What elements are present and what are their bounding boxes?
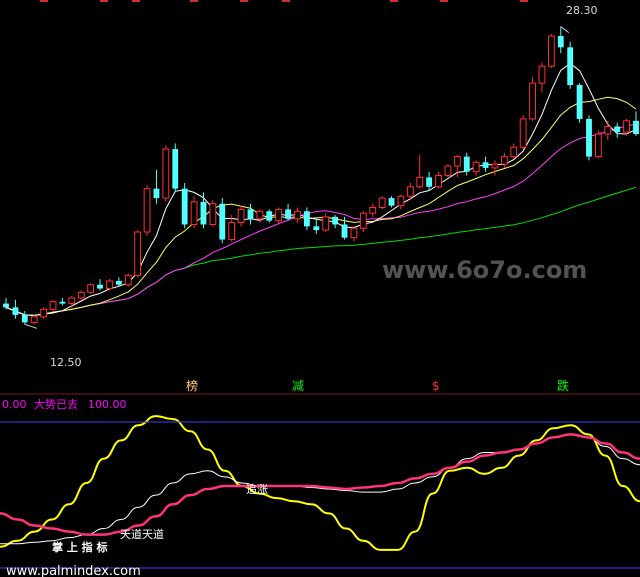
- annotation-tiandao: 天道天道: [120, 527, 164, 541]
- candle-body: [594, 133, 602, 158]
- candle-body: [77, 291, 85, 299]
- top-dash: [440, 0, 448, 2]
- candle-body: [162, 148, 170, 199]
- candle-body: [406, 186, 414, 197]
- signal-marker-3: $: [432, 379, 440, 393]
- top-dash: [100, 0, 108, 2]
- candle-body: [633, 120, 639, 135]
- top-dash: [132, 0, 140, 2]
- candle-body: [416, 176, 424, 188]
- candle-body: [303, 211, 310, 227]
- candle-body: [623, 120, 631, 133]
- high-price-label: 28.30: [566, 4, 598, 17]
- signal-marker-1: 榜: [186, 378, 198, 393]
- candle-body: [453, 156, 461, 167]
- legend-value-first: 0.00: [2, 398, 27, 411]
- candle-body: [40, 308, 48, 318]
- top-dash: [240, 0, 248, 2]
- candle-body: [547, 35, 555, 67]
- candle-body: [181, 188, 188, 225]
- signal-marker-4: 跌: [557, 378, 569, 393]
- candle-body: [586, 118, 592, 157]
- candle-body: [172, 149, 179, 189]
- candle-body: [350, 227, 358, 239]
- candle-body: [491, 163, 499, 169]
- candle-body: [106, 280, 113, 290]
- annotation-chase: 追涨: [246, 482, 268, 496]
- candle-body: [529, 82, 536, 120]
- candle-body: [3, 303, 9, 308]
- candle-body: [614, 126, 621, 133]
- candle-body: [397, 195, 405, 207]
- candle-body: [378, 197, 386, 208]
- candle-body: [322, 216, 330, 231]
- candle-body: [256, 210, 264, 220]
- candle-body: [313, 226, 320, 231]
- footer-watermark: www.palmindex.com: [6, 564, 141, 577]
- signal-marker-2: 减: [292, 379, 304, 393]
- candle-body: [604, 125, 612, 135]
- candle-body: [463, 156, 470, 172]
- candle-body: [228, 222, 236, 241]
- candle-body: [143, 188, 151, 233]
- candle-body: [12, 307, 19, 315]
- candle-body: [209, 203, 217, 225]
- candle-body: [426, 177, 433, 187]
- candle-body: [124, 274, 132, 286]
- candle-body: [153, 188, 160, 199]
- candle-body: [87, 284, 95, 293]
- chart-stage: 28.30 12.50 榜 减 $ 跌 0.00 大势已去 100.00 追涨 …: [0, 0, 640, 577]
- candle-body: [482, 162, 489, 168]
- low-price-label: 12.50: [50, 356, 82, 369]
- candle-body: [510, 146, 518, 158]
- annotation-palm-index: 掌 上 指 标: [52, 540, 108, 554]
- top-dash: [40, 0, 48, 2]
- chart-background: [0, 0, 640, 577]
- legend-label: 大势已去: [34, 397, 78, 411]
- candle-body: [500, 156, 508, 165]
- candle-body: [341, 224, 348, 238]
- candle-body: [435, 174, 442, 188]
- legend-value-second: 100.00: [88, 398, 127, 411]
- candle-body: [332, 216, 339, 225]
- candle-body: [388, 198, 395, 206]
- top-dash: [282, 0, 290, 2]
- top-dash: [520, 0, 528, 2]
- top-dash: [390, 0, 398, 2]
- candle-body: [21, 314, 28, 323]
- candle-body: [97, 284, 103, 289]
- candle-body: [49, 301, 57, 310]
- overlay-watermark: www.6o7o.com: [382, 256, 587, 284]
- candle-body: [247, 209, 254, 219]
- candle-body: [472, 161, 480, 173]
- candle-body: [266, 211, 273, 221]
- candle-body: [200, 201, 207, 225]
- candle-body: [59, 301, 66, 304]
- candle-body: [359, 212, 367, 229]
- candle-body: [519, 118, 527, 148]
- candle-body: [237, 208, 245, 224]
- candle-body: [219, 203, 226, 240]
- candle-body: [576, 85, 583, 119]
- candle-body: [369, 206, 377, 214]
- candle-body: [567, 47, 574, 86]
- candle-body: [134, 231, 142, 276]
- candle-body: [68, 297, 76, 305]
- candle-body: [444, 165, 452, 176]
- candle-body: [538, 65, 546, 84]
- candle-body: [294, 210, 301, 220]
- candle-body: [115, 280, 122, 285]
- top-dash: [190, 0, 198, 2]
- candle-body: [30, 316, 38, 323]
- candle-body: [190, 201, 198, 225]
- candle-body: [557, 36, 564, 48]
- candle-body: [285, 209, 292, 219]
- candle-body: [275, 208, 283, 222]
